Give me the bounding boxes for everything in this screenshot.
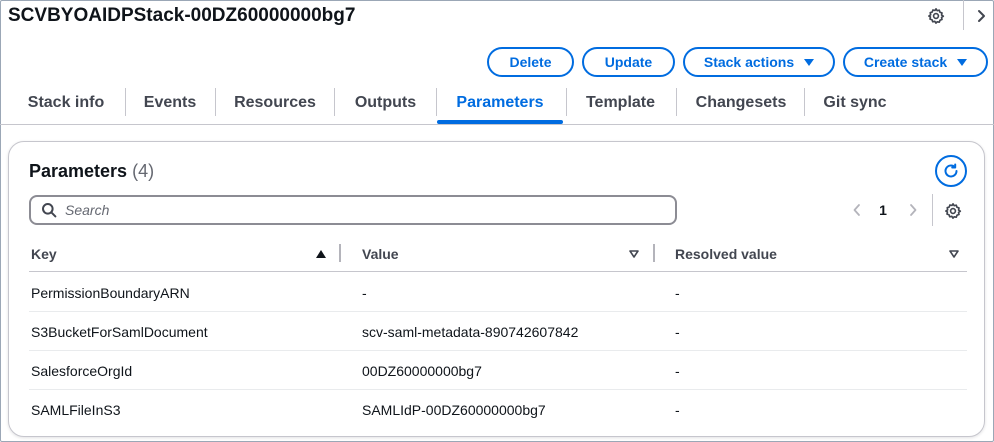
previous-page-button[interactable]: [851, 202, 863, 218]
delete-button[interactable]: Delete: [487, 47, 574, 77]
tab-changesets[interactable]: Changesets: [683, 84, 799, 122]
search-input[interactable]: [65, 202, 645, 218]
cell-resolved-value: -: [675, 362, 680, 379]
sort-descending-icon[interactable]: [949, 250, 959, 258]
table-row: SAMLFileInS3 SAMLIdP-00DZ60000000bg7 -: [29, 390, 967, 429]
column-header-value[interactable]: Value: [362, 236, 622, 272]
tab-divider: [676, 88, 677, 116]
tab-git-sync[interactable]: Git sync: [812, 84, 898, 122]
column-header-key[interactable]: Key: [31, 236, 311, 272]
current-page-number[interactable]: 1: [875, 202, 891, 218]
tab-divider: [334, 88, 335, 116]
stack-tabs: Stack info Events Resources Outputs Para…: [0, 84, 994, 126]
tab-parameters[interactable]: Parameters: [440, 84, 560, 122]
column-header-resolved-value[interactable]: Resolved value: [675, 236, 935, 272]
create-stack-button[interactable]: Create stack: [843, 47, 988, 77]
search-box[interactable]: [29, 195, 677, 225]
cell-value: 00DZ60000000bg7: [362, 362, 482, 379]
pager-divider: [932, 194, 933, 226]
update-button[interactable]: Update: [582, 47, 675, 77]
cell-value: scv-saml-metadata-890742607842: [362, 323, 579, 340]
table-header: Key Value Resolved value: [29, 236, 967, 272]
header-divider: [963, 0, 964, 30]
table-row: S3BucketForSamlDocument scv-saml-metadat…: [29, 312, 967, 351]
stack-actions-button[interactable]: Stack actions: [683, 47, 835, 77]
table-preferences-button[interactable]: [943, 201, 963, 221]
tab-outputs[interactable]: Outputs: [341, 84, 430, 122]
chevron-right-icon: [910, 204, 917, 216]
table-row: SalesforceOrgId 00DZ60000000bg7 -: [29, 351, 967, 390]
refresh-button[interactable]: [935, 155, 967, 187]
table-row: PermissionBoundaryARN - -: [29, 273, 967, 312]
next-page-button[interactable]: [907, 202, 919, 218]
cell-key: SalesforceOrgId: [31, 362, 133, 379]
search-icon: [42, 203, 57, 218]
stack-title: SCVBYOAIDPStack-00DZ60000000bg7: [8, 5, 356, 26]
update-button-label: Update: [604, 54, 653, 70]
tab-divider: [566, 88, 567, 116]
sort-ascending-icon[interactable]: [316, 250, 326, 258]
cell-key: PermissionBoundaryARN: [31, 284, 190, 301]
column-resizer[interactable]: [339, 244, 341, 262]
panel-title: Parameters (4): [29, 161, 154, 182]
cell-resolved-value: -: [675, 401, 680, 418]
sort-descending-icon[interactable]: [629, 250, 639, 258]
cell-resolved-value: -: [675, 284, 680, 301]
tab-divider: [215, 88, 216, 116]
cell-key: S3BucketForSamlDocument: [31, 323, 208, 340]
panel-title-text: Parameters: [29, 161, 128, 181]
chevron-right-icon[interactable]: [974, 6, 988, 26]
cell-resolved-value: -: [675, 323, 680, 340]
cell-value: -: [362, 284, 367, 301]
tab-divider: [804, 88, 805, 116]
tab-events[interactable]: Events: [131, 84, 209, 122]
delete-button-label: Delete: [509, 54, 552, 70]
cell-key: SAMLFileInS3: [31, 401, 121, 418]
gear-icon[interactable]: [926, 6, 946, 26]
tab-divider: [436, 88, 437, 116]
parameters-count: (4): [132, 161, 155, 181]
refresh-icon: [944, 163, 958, 178]
tab-divider: [125, 88, 126, 116]
caret-down-icon: [957, 58, 968, 66]
parameters-panel: Parameters (4) 1 Key: [8, 141, 985, 437]
cell-value: SAMLIdP-00DZ60000000bg7: [362, 401, 546, 418]
tabs-divider: [0, 124, 994, 125]
gear-icon: [945, 203, 962, 219]
tab-stack-info[interactable]: Stack info: [14, 84, 118, 122]
chevron-left-icon: [853, 204, 860, 216]
column-resizer[interactable]: [653, 244, 655, 262]
stack-actions-label: Stack actions: [703, 54, 795, 70]
create-stack-label: Create stack: [863, 54, 948, 70]
caret-down-icon: [804, 58, 815, 66]
tab-template[interactable]: Template: [572, 84, 669, 122]
tab-resources[interactable]: Resources: [222, 84, 328, 122]
